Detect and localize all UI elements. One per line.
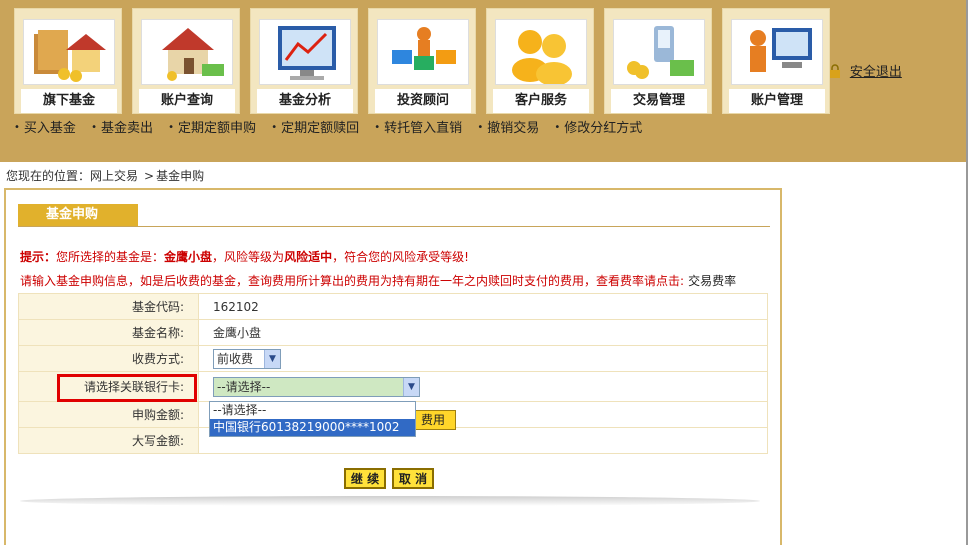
tab-label: 旗下基金 [21,89,117,113]
fund-name-value: 金鹰小盘 [198,319,768,346]
capital-amount-label: 大写金额: [18,427,199,454]
fee-info: 请输入基金申购信息，如是后收费的基金，查询费用所计算出的费用为持有期在一年之内赎… [20,272,736,289]
tab-label: 账户查询 [139,89,235,113]
panel-divider [18,226,770,227]
fee-method-select[interactable]: 前收费 ▼ [213,348,281,369]
fee-rate-link[interactable]: 交易费率 [688,274,736,288]
tab-fund-analysis[interactable]: 基金分析 [250,8,358,114]
tip-text-c: ，符合您的风险承受等级! [332,250,469,264]
fee-method-value: 前收费 [217,351,254,366]
breadcrumb-prefix: 您现在的位置：网上交易 [6,169,139,183]
logout-link[interactable]: 安全退出 [850,65,902,80]
tab-account-management[interactable]: 账户管理 [722,8,830,114]
subnav-sell-fund[interactable]: 基金卖出 [91,118,153,141]
tab-trade-management[interactable]: 交易管理 [604,8,712,114]
query-fee-button[interactable]: 费用 [410,410,456,430]
tip-text-a: 您所选择的基金是： [56,250,165,264]
purchase-panel: 基金申购 提示：您所选择的基金是：金鹰小盘，风险等级为风险适中，符合您的风险承受… [4,188,782,545]
fee-method-label: 收费方式: [18,345,199,372]
house-icon [141,19,233,85]
breadcrumb: 您现在的位置：网上交易 > 基金申购 [6,167,210,184]
panel-shadow [20,496,760,506]
breadcrumb-sep: > [144,169,155,183]
logout-link-wrap[interactable]: 安全退出 [828,63,902,81]
chevron-down-icon: ▼ [264,349,280,368]
tab-funds[interactable]: 旗下基金 [14,8,122,114]
amount-label: 申购金额: [18,401,199,428]
computer-user-icon [731,19,823,85]
panel-title: 基金申购 [18,204,138,226]
risk-tip: 提示：您所选择的基金是：金鹰小盘，风险等级为风险适中，符合您的风险承受等级! [20,248,469,265]
continue-button[interactable]: 继 续 [344,468,386,489]
bank-option-default[interactable]: --请选择-- [210,402,415,419]
fee-info-text: 请输入基金申购信息，如是后收费的基金，查询费用所计算出的费用为持有期在一年之内赎… [20,274,685,288]
fund-code-value: 162102 [198,293,768,320]
tab-label: 基金分析 [257,89,353,113]
tip-text-b: ，风险等级为 [212,250,285,264]
subnav-buy-fund[interactable]: 买入基金 [14,118,76,141]
subnav-modify-dividend[interactable]: 修改分红方式 [554,118,642,141]
bank-card-select[interactable]: --请选择-- ▼ [213,376,420,397]
fund-code-label: 基金代码: [18,293,199,320]
chart-monitor-icon [259,19,351,85]
highlight-box [57,374,197,402]
tip-risk-level: 风险适中 [284,250,333,264]
tab-label: 客户服务 [493,89,589,113]
bank-option-boc[interactable]: 中国银行60138219000****1002 [210,419,415,436]
tip-label: 提示： [20,250,57,264]
tab-account-query[interactable]: 账户查询 [132,8,240,114]
tab-label: 投资顾问 [375,89,471,113]
breadcrumb-current: 基金申购 [156,169,205,183]
tab-investment-advisor[interactable]: 投资顾问 [368,8,476,114]
people-icon [495,19,587,86]
subnav-regular-redeem[interactable]: 定期定额赎回 [271,118,359,141]
tab-customer-service[interactable]: 客户服务 [486,8,594,114]
chevron-down-icon: ▼ [403,377,419,396]
bank-card-cell: --请选择-- ▼ [198,371,768,402]
fee-method-cell: 前收费 ▼ [198,345,768,372]
tab-label: 账户管理 [729,89,825,113]
header-bar: 旗下基金 账户查询 基金分析 投资顾问 客户服务 交易管理 账户管理 安全退出 … [0,0,968,162]
advisor-blocks-icon [377,19,469,85]
subnav-cancel-trade[interactable]: 撤销交易 [477,118,539,141]
tip-fund-name: 金鹰小盘 [164,250,213,264]
sub-nav: 买入基金 基金卖出 定期定额申购 定期定额赎回 转托管入直销 撤销交易 修改分红… [14,118,653,140]
bank-card-dropdown[interactable]: --请选择-- 中国银行60138219000****1002 [209,401,416,437]
house-with-money-icon [23,19,115,85]
bank-card-value: --请选择-- [217,379,271,394]
phone-coins-icon [613,19,705,85]
lock-icon [828,64,842,78]
subnav-transfer-custody[interactable]: 转托管入直销 [374,118,462,141]
subnav-regular-purchase[interactable]: 定期定额申购 [168,118,256,141]
cancel-button[interactable]: 取 消 [392,468,434,489]
tab-label: 交易管理 [611,89,707,113]
fund-name-label: 基金名称: [18,319,199,346]
